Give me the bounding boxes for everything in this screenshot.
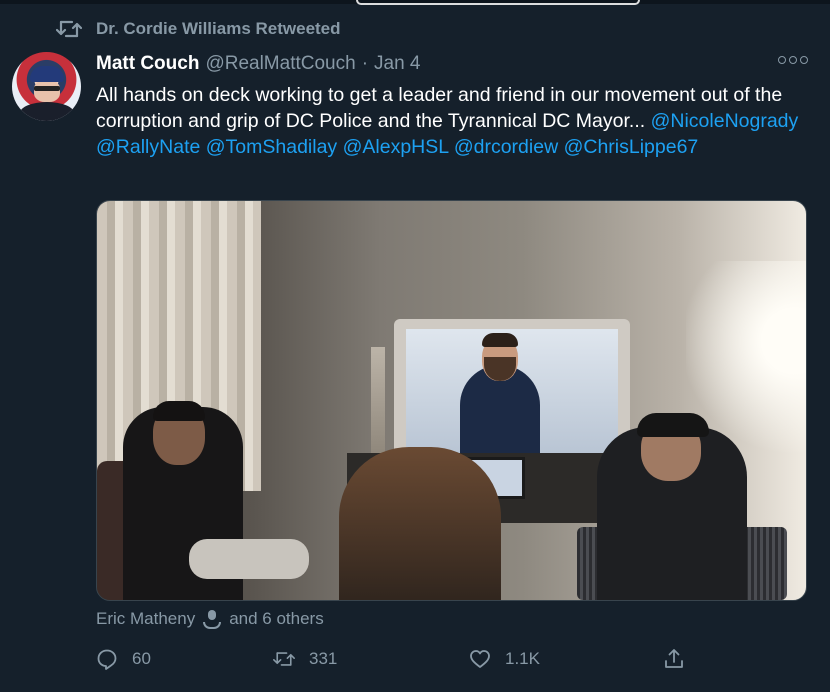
photo-tv-screen: [406, 329, 618, 453]
photo-man-left-hair: [153, 401, 205, 421]
avatar[interactable]: [12, 52, 81, 121]
retweet-context-label[interactable]: Dr. Cordie Williams Retweeted: [96, 19, 341, 39]
tweet-photo[interactable]: [96, 200, 807, 601]
retweet-icon: [273, 652, 295, 666]
avatar-face: [34, 80, 60, 102]
user-icon: [203, 609, 222, 629]
mention-link[interactable]: @ChrisLippe67: [564, 136, 699, 158]
photo-tv-hair: [482, 333, 518, 347]
photo-man-left-legs: [189, 539, 309, 579]
mention-link[interactable]: @AlexpHSL: [343, 136, 449, 158]
photo-tv: [394, 319, 630, 465]
mention-link[interactable]: @drcordiew: [454, 136, 558, 158]
tweet-actions: 60 331 1.1K: [96, 648, 696, 674]
tagged-users[interactable]: Eric Matheny and 6 others: [96, 609, 324, 629]
more-dot: [800, 56, 808, 64]
photo-man-right: [597, 413, 747, 600]
reply-icon: [97, 649, 117, 670]
tweet-date[interactable]: Jan 4: [374, 53, 420, 75]
retweet-count: 331: [309, 649, 338, 668]
tweet-header: Matt Couch @RealMattCouch · Jan 4: [96, 53, 796, 75]
retweet-context: Dr. Cordie Williams Retweeted: [56, 18, 341, 40]
author-name[interactable]: Matt Couch: [96, 53, 199, 75]
more-dot: [778, 56, 786, 64]
tagged-user-name: Eric Matheny: [96, 609, 196, 628]
mention-link[interactable]: @RallyNate: [96, 136, 200, 158]
like-button[interactable]: 1.1K: [469, 648, 540, 670]
share-icon: [665, 649, 683, 668]
like-count: 1.1K: [505, 649, 540, 668]
photo-woman: [339, 447, 501, 600]
more-icon[interactable]: [778, 56, 808, 64]
reply-count: 60: [132, 649, 151, 668]
photo-lamp: [371, 347, 385, 467]
photo-man-right-cap: [637, 413, 709, 437]
more-dot: [789, 56, 797, 64]
header-separator: ·: [361, 53, 369, 74]
window-top-notch: [356, 0, 640, 5]
author-handle[interactable]: @RealMattCouch: [205, 53, 355, 75]
retweet-button[interactable]: 331: [273, 648, 337, 670]
window-top-edge: [0, 0, 830, 5]
avatar-cap: [30, 66, 64, 82]
retweet-icon: [56, 20, 82, 38]
tagged-others: and 6 others: [229, 609, 324, 628]
share-button[interactable]: [663, 648, 685, 670]
mention-link[interactable]: @TomShadilay: [206, 136, 337, 158]
avatar-glasses: [34, 86, 60, 91]
avatar-shirt: [20, 102, 74, 121]
like-icon: [470, 650, 490, 668]
tweet-text: All hands on deck working to get a leade…: [96, 82, 811, 160]
mention-link[interactable]: @NicoleNogrady: [651, 110, 799, 132]
reply-button[interactable]: 60: [96, 648, 151, 670]
